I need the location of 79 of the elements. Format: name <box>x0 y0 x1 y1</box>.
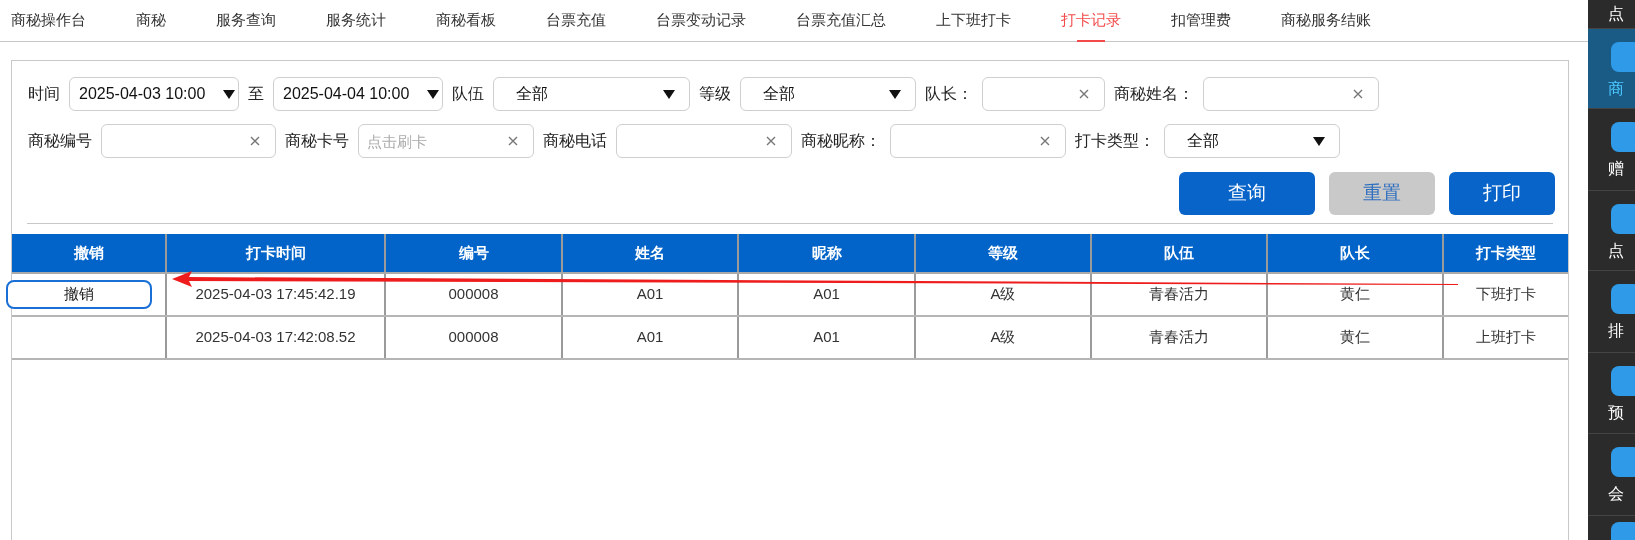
filter-label: 时间 <box>28 84 60 104</box>
input-field[interactable] <box>616 124 792 158</box>
caret-icon <box>889 89 901 99</box>
caret-icon <box>1313 136 1325 146</box>
sidebar-label: 赠 <box>1608 159 1624 179</box>
table-cell-text: 下班打卡 <box>1475 284 1537 305</box>
input-field[interactable] <box>982 77 1105 111</box>
dropdown[interactable]: 全部 <box>1164 124 1340 158</box>
input-field[interactable] <box>101 124 276 158</box>
clear-icon[interactable] <box>1079 89 1089 99</box>
caret-icon <box>663 89 675 99</box>
table-cell: A级 <box>916 317 1092 358</box>
filter-label: 商秘卡号 <box>285 131 349 151</box>
column-header: 撤销 <box>12 234 167 272</box>
tab[interactable]: 服务统计 <box>326 0 386 41</box>
dropdown[interactable]: 全部 <box>740 77 916 111</box>
caret-icon <box>223 89 235 99</box>
sidebar-label: 商 <box>1608 79 1624 99</box>
tab[interactable]: 扣管理费 <box>1171 0 1231 41</box>
tab[interactable]: 台票变动记录 <box>656 0 746 41</box>
sidebar-label: 预 <box>1608 403 1624 423</box>
tab[interactable]: 商秘操作台 <box>11 0 86 41</box>
date-dropdown[interactable]: 2025-04-04 10:00 <box>273 77 443 111</box>
column-header: 姓名 <box>563 234 739 272</box>
caret-icon <box>427 89 439 99</box>
filter-label: 等级 <box>699 84 731 104</box>
app-icon <box>1611 366 1635 396</box>
filter-label: 队伍 <box>452 84 484 104</box>
column-header: 队伍 <box>1092 234 1268 272</box>
input-field[interactable]: 点击刷卡 <box>358 124 534 158</box>
app-icon <box>1611 122 1635 152</box>
filter-label: 商秘昵称： <box>801 131 881 151</box>
date-dropdown[interactable]: 2025-04-03 10:00 <box>69 77 239 111</box>
tab[interactable]: 台票充值 <box>546 0 606 41</box>
table-cell: 000008 <box>386 317 563 358</box>
tab[interactable]: 服务查询 <box>216 0 276 41</box>
column-header: 昵称 <box>739 234 916 272</box>
clear-icon[interactable] <box>766 136 776 146</box>
tab[interactable]: 打卡记录 <box>1061 0 1121 41</box>
action-button[interactable]: 查询 <box>1179 172 1315 215</box>
filter-label: 商秘电话 <box>543 131 607 151</box>
action-button[interactable]: 打印 <box>1449 172 1555 215</box>
column-header: 打卡类型 <box>1474 242 1537 263</box>
filter-label: 打卡类型： <box>1075 131 1155 151</box>
app-icon <box>1611 284 1635 314</box>
filter-label: 至 <box>248 84 264 104</box>
column-header: 编号 <box>386 234 563 272</box>
undo-button[interactable]: 撤销 <box>6 280 152 309</box>
clear-icon[interactable] <box>1353 89 1363 99</box>
input-field[interactable] <box>1203 77 1379 111</box>
table-cell: 黄仁 <box>1268 317 1444 358</box>
tab[interactable]: 台票充值汇总 <box>796 0 886 41</box>
sidebar-item[interactable]: 商 <box>1588 29 1635 109</box>
sidebar-label: 会 <box>1608 484 1624 504</box>
column-header: 等级 <box>916 234 1092 272</box>
table-cell: A01 <box>563 317 739 358</box>
tab[interactable]: 商秘 <box>136 0 166 41</box>
filter-label: 商秘编号 <box>28 131 92 151</box>
sidebar-label: 排 <box>1608 321 1624 341</box>
app-icon <box>1611 204 1635 234</box>
clear-icon[interactable] <box>508 136 518 146</box>
tab[interactable]: 上下班打卡 <box>936 0 1011 41</box>
table-cell-text: 上班打卡 <box>1475 327 1537 348</box>
app-icon <box>1611 447 1635 477</box>
tab[interactable]: 商秘看板 <box>436 0 496 41</box>
table-cell: 2025-04-03 17:42:08.52 <box>167 317 386 358</box>
filter-label: 商秘姓名： <box>1114 84 1194 104</box>
dropdown[interactable]: 全部 <box>493 77 690 111</box>
clear-icon[interactable] <box>1040 136 1050 146</box>
clear-icon[interactable] <box>250 136 260 146</box>
table-cell: 青春活力 <box>1092 317 1268 358</box>
filter-label: 队长： <box>925 84 973 104</box>
tab[interactable]: 商秘服务结账 <box>1281 0 1371 41</box>
column-header: 队长 <box>1268 234 1444 272</box>
table-cell: A01 <box>739 317 916 358</box>
sidebar-label: 点 <box>1608 4 1624 24</box>
app-icon <box>1611 42 1635 72</box>
sidebar-label: 点 <box>1608 241 1624 261</box>
input-field[interactable] <box>890 124 1066 158</box>
